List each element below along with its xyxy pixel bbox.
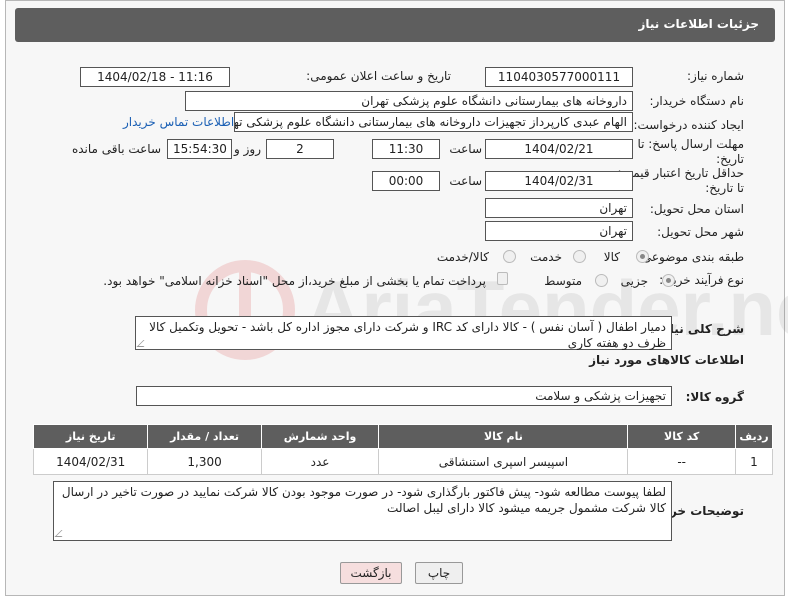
col-header-row-no: ردیف: [735, 424, 773, 449]
purchase-radio-medium[interactable]: [595, 274, 608, 287]
header-bar: جزئیات اطلاعات نیاز: [15, 8, 775, 42]
need-number-field: 1104030577000111: [485, 67, 633, 87]
table-header-row: ردیف کد کالا نام کالا واحد شمارش تعداد /…: [32, 424, 773, 449]
payment-note: پرداخت تمام یا بخشی از مبلغ خرید،از محل …: [103, 274, 486, 288]
city-label: شهر محل تحویل:: [657, 225, 744, 239]
announce-field: 1404/02/18 - 11:16: [80, 67, 230, 87]
days-label: روز و: [234, 142, 261, 156]
buyer-org-label: نام دستگاه خریدار:: [649, 94, 745, 108]
cell-unit: عدد: [260, 448, 380, 475]
category-radio-both[interactable]: [503, 250, 516, 263]
price-date-field: 1404/02/31: [485, 171, 633, 191]
back-button[interactable]: بازگشت: [340, 562, 402, 584]
goods-group-label: گروه کالا:: [685, 390, 744, 404]
category-option-goods: کالا: [603, 250, 620, 264]
reply-time-label: ساعت: [449, 142, 482, 156]
cell-quantity: 1,300: [147, 448, 262, 475]
page-title: جزئیات اطلاعات نیاز: [638, 17, 759, 31]
province-label: استان محل تحویل:: [649, 202, 744, 216]
category-radio-service[interactable]: [573, 250, 586, 263]
buyer-org-field: داروخانه های بیمارستانی دانشگاه علوم پزش…: [185, 91, 633, 111]
category-option-service: خدمت: [530, 250, 562, 264]
cell-code: --: [627, 448, 736, 475]
col-header-code: کد کالا: [627, 424, 736, 449]
col-header-unit: واحد شمارش: [260, 424, 380, 449]
contact-link[interactable]: اطلاعات تماس خریدار: [123, 115, 234, 129]
city-field: تهران: [485, 221, 633, 241]
goods-group-field: تجهیزات پزشکی و سلامت: [136, 386, 672, 406]
province-field: تهران: [485, 198, 633, 218]
creator-field: الهام عبدی کارپرداز تجهیزات داروخانه های…: [234, 112, 633, 132]
days-field: 2: [266, 139, 334, 159]
purchase-radio-minor[interactable]: [662, 274, 675, 287]
price-validity-label: حداقل تاریخ اعتبار قیمت: تا تاریخ:: [617, 166, 744, 195]
price-time-label: ساعت: [449, 174, 482, 188]
print-button[interactable]: چاپ: [415, 562, 463, 584]
category-option-both: کالا/خدمت: [436, 250, 489, 264]
remaining-label: ساعت باقی مانده: [71, 142, 161, 156]
cell-need-date: 1404/02/31: [32, 448, 149, 475]
treasury-checkbox[interactable]: [497, 272, 508, 285]
table-row: 1 -- اسپیسر اسپری استنشاقی عدد 1,300 140…: [32, 448, 773, 475]
purchase-option-minor: جزیی: [620, 274, 648, 288]
purchase-option-medium: متوسط: [544, 274, 582, 288]
remaining-time-field: 15:54:30: [167, 139, 232, 159]
creator-label: ایجاد کننده درخواست:: [633, 118, 744, 132]
category-label: طبقه بندی موضوعی:: [637, 250, 744, 264]
cell-row-no: 1: [735, 448, 773, 475]
buyer-notes-field: لطفا پیوست مطالعه شود- پیش فاکتور بارگذا…: [53, 481, 672, 541]
col-header-need-date: تاریخ نیاز: [32, 424, 149, 449]
announce-label: تاریخ و ساعت اعلان عمومی:: [306, 69, 451, 83]
col-header-name: نام کالا: [378, 424, 629, 449]
col-header-quantity: تعداد / مقدار: [147, 424, 262, 449]
category-radio-goods[interactable]: [636, 250, 649, 263]
items-table: ردیف کد کالا نام کالا واحد شمارش تعداد /…: [32, 424, 773, 475]
need-number-label: شماره نیاز:: [687, 69, 744, 83]
reply-deadline-label: مهلت ارسال پاسخ: تا تاریخ:: [637, 137, 744, 166]
cell-name: اسپیسر اسپری استنشاقی: [378, 448, 629, 475]
goods-info-title: اطلاعات کالاهای مورد نیاز: [589, 353, 744, 367]
price-time-field: 00:00: [372, 171, 440, 191]
reply-date-field: 1404/02/21: [485, 139, 633, 159]
reply-time-field: 11:30: [372, 139, 440, 159]
description-field: دمیار اطفال ( آسان نفس ) - کالا دارای کد…: [135, 316, 672, 350]
